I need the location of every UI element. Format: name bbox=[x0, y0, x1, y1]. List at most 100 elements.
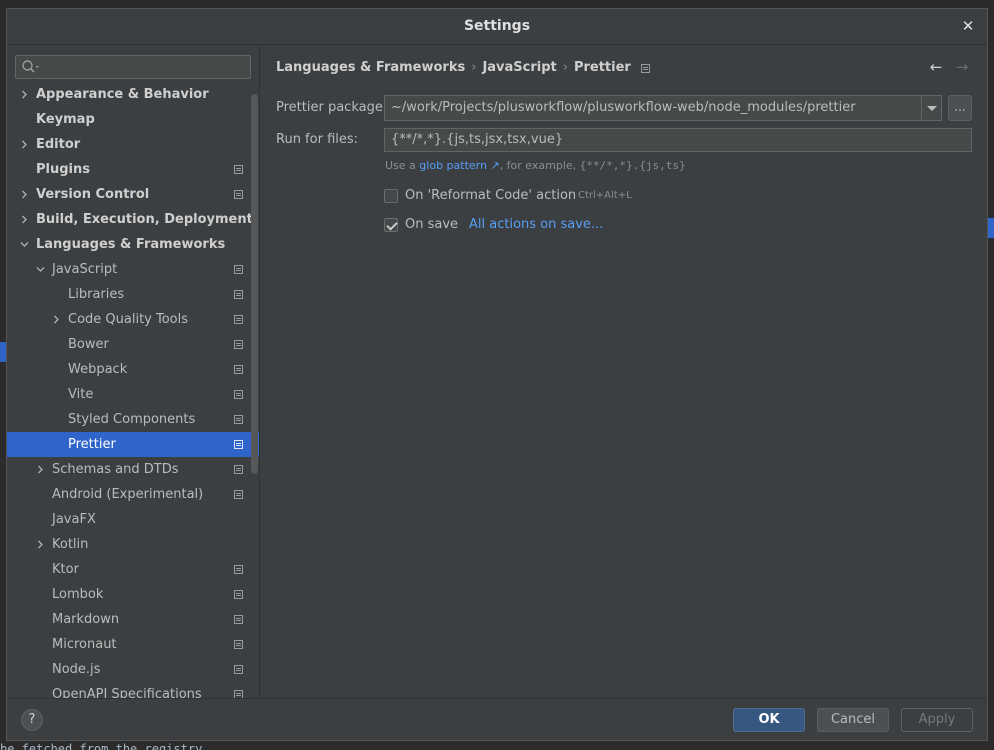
sidebar-item-label: Appearance & Behavior bbox=[36, 87, 209, 102]
sidebar-item-label: Editor bbox=[36, 137, 81, 152]
sidebar-scrollbar[interactable] bbox=[251, 94, 258, 474]
project-level-icon bbox=[234, 565, 243, 574]
close-icon[interactable]: ✕ bbox=[959, 17, 977, 35]
project-level-icon bbox=[234, 190, 243, 199]
chevron-down-icon[interactable] bbox=[921, 96, 941, 120]
sidebar-item-node-js[interactable]: Node.js bbox=[7, 657, 259, 682]
sidebar-item-kotlin[interactable]: Kotlin bbox=[7, 532, 259, 557]
sidebar-item-label: JavaFX bbox=[52, 512, 96, 527]
sidebar-item-editor[interactable]: Editor bbox=[7, 132, 259, 157]
project-level-icon bbox=[234, 315, 243, 324]
apply-button[interactable]: Apply bbox=[901, 708, 973, 732]
chevron-right-icon[interactable] bbox=[36, 540, 45, 549]
chevron-right-icon[interactable] bbox=[20, 90, 29, 99]
sidebar-item-bower[interactable]: Bower bbox=[7, 332, 259, 357]
sidebar-item-label: Libraries bbox=[68, 287, 125, 302]
prettier-package-label: Prettier package: bbox=[276, 100, 388, 115]
sidebar-item-lombok[interactable]: Lombok bbox=[7, 582, 259, 607]
sidebar-item-plugins[interactable]: Plugins bbox=[7, 157, 259, 182]
reformat-shortcut: Ctrl+Alt+L bbox=[578, 190, 632, 201]
cancel-button[interactable]: Cancel bbox=[817, 708, 889, 732]
project-level-icon bbox=[234, 165, 243, 174]
dialog-footer: ? OK Cancel Apply bbox=[7, 698, 987, 740]
on-save-checkbox[interactable] bbox=[384, 218, 398, 232]
sidebar-item-javascript[interactable]: JavaScript bbox=[7, 257, 259, 282]
sidebar-item-vite[interactable]: Vite bbox=[7, 382, 259, 407]
chevron-right-icon[interactable] bbox=[52, 315, 61, 324]
sidebar-item-languages-frameworks[interactable]: Languages & Frameworks bbox=[7, 232, 259, 257]
project-level-icon bbox=[234, 390, 243, 399]
reformat-code-checkbox[interactable] bbox=[384, 189, 398, 203]
sidebar-item-label: Bower bbox=[68, 337, 109, 352]
sidebar-item-libraries[interactable]: Libraries bbox=[7, 282, 259, 307]
sidebar-item-ktor[interactable]: Ktor bbox=[7, 557, 259, 582]
project-level-icon bbox=[234, 690, 243, 698]
run-for-files-input[interactable]: {**/*,*}.{js,ts,jsx,tsx,vue} bbox=[384, 128, 972, 152]
reformat-code-option[interactable]: On 'Reformat Code' action Ctrl+Alt+L bbox=[384, 185, 684, 207]
chevron-right-icon[interactable] bbox=[20, 140, 29, 149]
prettier-package-value: ~/work/Projects/plusworkflow/plusworkflo… bbox=[391, 100, 856, 115]
sidebar-item-label: JavaScript bbox=[52, 262, 118, 277]
search-icon bbox=[22, 60, 39, 73]
run-for-files-label: Run for files: bbox=[276, 132, 359, 147]
chevron-right-icon[interactable] bbox=[20, 215, 29, 224]
sidebar-item-build-execution-deployment[interactable]: Build, Execution, Deployment bbox=[7, 207, 259, 232]
settings-sidebar: Appearance & Behavior Keymap Editor Plugins… bbox=[7, 46, 260, 698]
sidebar-item-openapi-specifications[interactable]: OpenAPI Specifications bbox=[7, 682, 259, 698]
sidebar-item-android-experimental[interactable]: Android (Experimental) bbox=[7, 482, 259, 507]
breadcrumb-item[interactable]: Languages & Frameworks bbox=[276, 60, 465, 75]
sidebar-item-label: Vite bbox=[68, 387, 94, 402]
settings-dialog: Settings ✕ Appearance & Behavior Keymap Ed… bbox=[6, 8, 988, 741]
glob-pattern-link[interactable]: glob pattern ↗ bbox=[419, 159, 499, 172]
browse-button[interactable]: ... bbox=[948, 95, 972, 121]
forward-arrow-icon[interactable]: → bbox=[953, 58, 971, 76]
project-level-icon bbox=[234, 465, 243, 474]
hint-example: {**/*,*}.{js,ts} bbox=[579, 159, 686, 172]
sidebar-item-label: Version Control bbox=[36, 187, 150, 202]
prettier-package-select[interactable]: ~/work/Projects/plusworkflow/plusworkflo… bbox=[384, 95, 942, 121]
sidebar-item-webpack[interactable]: Webpack bbox=[7, 357, 259, 382]
back-arrow-icon[interactable]: ← bbox=[927, 58, 945, 76]
dialog-titlebar: Settings ✕ bbox=[7, 9, 987, 45]
sidebar-item-code-quality-tools[interactable]: Code Quality Tools bbox=[7, 307, 259, 332]
project-level-icon bbox=[234, 590, 243, 599]
breadcrumb-item[interactable]: JavaScript bbox=[482, 60, 556, 75]
chevron-right-icon[interactable] bbox=[20, 190, 29, 199]
reformat-code-label[interactable]: On 'Reformat Code' action bbox=[405, 185, 576, 207]
project-level-icon bbox=[234, 265, 243, 274]
sidebar-item-label: Styled Components bbox=[68, 412, 196, 427]
chevron-down-icon[interactable] bbox=[36, 265, 45, 274]
on-save-label[interactable]: On save bbox=[405, 214, 458, 236]
all-actions-on-save-link[interactable]: All actions on save... bbox=[469, 214, 603, 236]
project-level-icon bbox=[234, 290, 243, 299]
search-input[interactable] bbox=[15, 55, 251, 79]
sidebar-item-label: Prettier bbox=[68, 437, 116, 452]
glob-hint: Use a glob pattern ↗, for example, {**/*… bbox=[385, 158, 686, 174]
project-level-icon bbox=[640, 64, 650, 73]
sidebar-item-label: Markdown bbox=[52, 612, 120, 627]
sidebar-item-label: Webpack bbox=[68, 362, 128, 377]
sidebar-item-label: Lombok bbox=[52, 587, 104, 602]
sidebar-item-keymap[interactable]: Keymap bbox=[7, 107, 259, 132]
project-level-icon bbox=[234, 665, 243, 674]
sidebar-item-appearance-behavior[interactable]: Appearance & Behavior bbox=[7, 82, 259, 107]
project-level-icon bbox=[234, 440, 243, 449]
sidebar-item-schemas-and-dtds[interactable]: Schemas and DTDs bbox=[7, 457, 259, 482]
chevron-right-icon[interactable] bbox=[36, 465, 45, 474]
sidebar-item-micronaut[interactable]: Micronaut bbox=[7, 632, 259, 657]
sidebar-item-markdown[interactable]: Markdown bbox=[7, 607, 259, 632]
sidebar-item-label: Code Quality Tools bbox=[68, 312, 189, 327]
run-for-files-value: {**/*,*}.{js,ts,jsx,tsx,vue} bbox=[391, 132, 564, 147]
sidebar-item-javafx[interactable]: JavaFX bbox=[7, 507, 259, 532]
sidebar-item-version-control[interactable]: Version Control bbox=[7, 182, 259, 207]
sidebar-item-prettier[interactable]: Prettier bbox=[7, 432, 259, 457]
project-level-icon bbox=[234, 365, 243, 374]
help-button[interactable]: ? bbox=[21, 709, 43, 731]
sidebar-item-styled-components[interactable]: Styled Components bbox=[7, 407, 259, 432]
breadcrumb-separator: › bbox=[471, 60, 477, 75]
chevron-down-icon[interactable] bbox=[20, 240, 29, 249]
settings-tree: Appearance & Behavior Keymap Editor Plugins… bbox=[7, 82, 259, 698]
on-save-option[interactable]: On save All actions on save... bbox=[384, 214, 684, 236]
ok-button[interactable]: OK bbox=[733, 708, 805, 732]
sidebar-item-label: Schemas and DTDs bbox=[52, 462, 179, 477]
